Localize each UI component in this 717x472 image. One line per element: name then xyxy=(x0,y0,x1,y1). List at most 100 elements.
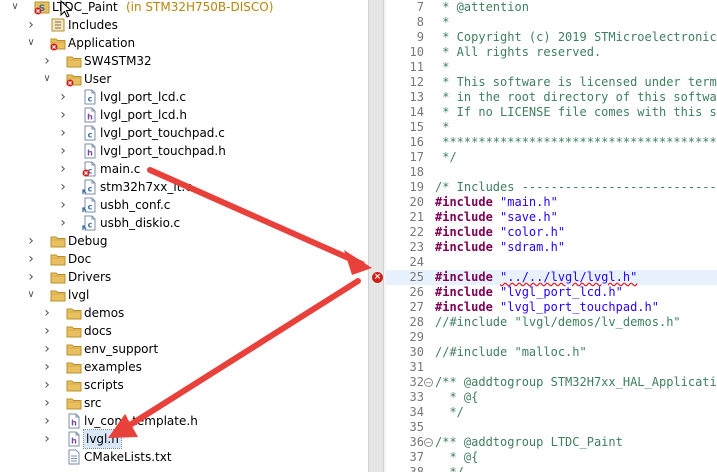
chevron-down-icon[interactable]: ∨ xyxy=(42,70,52,88)
tree-item-examples[interactable]: › examples xyxy=(0,358,368,376)
tree-item-lvgl-port-touchpad-c[interactable]: › c lvgl_port_touchpad.c xyxy=(0,124,368,142)
tree-item-usbh-diskio-c[interactable]: › c usbh_diskio.c xyxy=(0,214,368,232)
chevron-right-icon[interactable]: › xyxy=(42,322,52,340)
code-line[interactable]: 38 */ xyxy=(386,465,717,472)
code-editor[interactable]: 7 * @attention 8 * 9 * Copyright (c) 2019 … xyxy=(386,0,717,472)
code-line[interactable]: 36–/** @addtogroup LTDC_Paint xyxy=(386,435,717,450)
code-token: * @{ xyxy=(435,390,479,404)
code-line[interactable]: 17 */ xyxy=(386,150,717,165)
code-line[interactable]: 24 xyxy=(386,255,717,270)
code-line[interactable]: 15 * xyxy=(386,120,717,135)
code-line[interactable]: 32–/** @addtogroup STM32H7xx_HAL_Applica… xyxy=(386,375,717,390)
folder-icon xyxy=(66,359,82,375)
tree-item-user[interactable]: ∨ User xyxy=(0,70,368,88)
chevron-right-icon[interactable]: › xyxy=(42,52,52,70)
code-line[interactable]: 16 *************************************… xyxy=(386,135,717,150)
tree-item-cmakelists-txt[interactable]: CMakeLists.txt xyxy=(0,448,368,466)
chevron-right-icon[interactable]: › xyxy=(58,142,68,160)
code-line[interactable]: 28 //#include "lvgl/demos/lv_demos.h" xyxy=(386,315,717,330)
chevron-right-icon[interactable]: › xyxy=(58,214,68,232)
tree-item-includes[interactable]: › Includes xyxy=(0,16,368,34)
fold-toggle-icon[interactable]: – xyxy=(424,378,433,387)
tree-item-label: stm32h7xx_it.c xyxy=(100,180,192,194)
chevron-right-icon[interactable]: › xyxy=(26,250,36,268)
code-token: /** @addtogroup STM32H7xx_HAL_Applicatio… xyxy=(435,375,717,389)
code-line[interactable]: 12 * This software is licensed under ter… xyxy=(386,75,717,90)
code-line[interactable]: 20 #include "main.h" xyxy=(386,195,717,210)
tree-item-src[interactable]: › src xyxy=(0,394,368,412)
chevron-right-icon[interactable]: › xyxy=(42,394,52,412)
code-line[interactable]: 35 xyxy=(386,420,717,435)
chevron-right-icon[interactable]: › xyxy=(58,106,68,124)
fold-toggle-icon[interactable]: – xyxy=(424,438,433,447)
code-line[interactable]: 30 //#include "malloc.h" xyxy=(386,345,717,360)
tree-item-lvgl-port-touchpad-h[interactable]: › h lvgl_port_touchpad.h xyxy=(0,142,368,160)
tree-item-doc[interactable]: › Doc xyxy=(0,250,368,268)
chevron-right-icon[interactable]: › xyxy=(26,268,36,286)
chevron-right-icon[interactable]: › xyxy=(42,376,52,394)
tree-item-env-support[interactable]: › env_support xyxy=(0,340,368,358)
code-line[interactable]: 26 #include "lvgl_port_lcd.h" xyxy=(386,285,717,300)
line-number: 27 xyxy=(409,300,424,314)
tree-item-label: src xyxy=(84,396,102,410)
chevron-right-icon[interactable]: › xyxy=(42,340,52,358)
error-marker-icon[interactable]: × xyxy=(372,272,383,283)
chevron-right-icon[interactable]: › xyxy=(58,88,68,106)
tree-item-sw4stm32[interactable]: › SW4STM32 xyxy=(0,52,368,70)
chevron-right-icon[interactable]: › xyxy=(58,178,68,196)
chevron-down-icon[interactable]: ∨ xyxy=(26,286,36,304)
code-line[interactable]: 31 xyxy=(386,360,717,375)
code-line[interactable]: 11 * xyxy=(386,60,717,75)
chevron-right-icon[interactable]: › xyxy=(58,160,68,178)
code-text: ****************************************… xyxy=(435,135,717,150)
chevron-right-icon[interactable]: › xyxy=(26,232,36,250)
code-line[interactable]: 27 #include "lvgl_port_touchpad.h" xyxy=(386,300,717,315)
code-line[interactable]: 34 */ xyxy=(386,405,717,420)
chevron-down-icon[interactable]: ∨ xyxy=(26,34,36,52)
code-line[interactable]: 9 * Copyright (c) 2019 STMicroelectronic… xyxy=(386,30,717,45)
code-line[interactable]: 8 * xyxy=(386,15,717,30)
chevron-right-icon[interactable]: › xyxy=(42,304,52,322)
code-token: #include xyxy=(435,285,493,299)
code-line[interactable]: 14 * If no LICENSE file comes with this … xyxy=(386,105,717,120)
tree-item-demos[interactable]: › demos xyxy=(0,304,368,322)
chevron-right-icon[interactable]: › xyxy=(58,124,68,142)
tree-item-ltdc-paint[interactable]: ∨ S LTDC_Paint (in STM32H750B-DISCO) xyxy=(0,0,368,16)
code-text: * @{ xyxy=(435,450,478,465)
code-line[interactable]: 7 * @attention xyxy=(386,0,717,15)
tree-item-lvgl-port-lcd-h[interactable]: › h lvgl_port_lcd.h xyxy=(0,106,368,124)
code-line[interactable]: 13 * in the root directory of this softw… xyxy=(386,90,717,105)
tree-item-lv-conf-template-h[interactable]: › h lv_conf_template.h xyxy=(0,412,368,430)
chevron-right-icon[interactable]: › xyxy=(58,196,68,214)
chevron-right-icon[interactable]: › xyxy=(42,430,52,448)
code-line[interactable]: 25 #include "../../lvgl/lvgl.h" xyxy=(386,270,717,285)
code-line[interactable]: 29 xyxy=(386,330,717,345)
code-line[interactable]: 21 #include "save.h" xyxy=(386,210,717,225)
chevron-right-icon[interactable]: › xyxy=(42,358,52,376)
tree-item-docs[interactable]: › docs xyxy=(0,322,368,340)
tree-item-application[interactable]: ∨ Application xyxy=(0,34,368,52)
code-line[interactable]: 33 * @{ xyxy=(386,390,717,405)
chevron-right-icon[interactable]: › xyxy=(26,16,36,34)
line-number: 33 xyxy=(409,390,424,404)
code-token: * @{ xyxy=(435,450,479,464)
tree-item-lvgl[interactable]: ∨ lvgl xyxy=(0,286,368,304)
code-line[interactable]: 23 #include "sdram.h" xyxy=(386,240,717,255)
code-line[interactable]: 37 * @{ xyxy=(386,450,717,465)
chevron-right-icon[interactable]: › xyxy=(42,412,52,430)
code-line[interactable]: 10 * All rights reserved. xyxy=(386,45,717,60)
chevron-down-icon[interactable]: ∨ xyxy=(10,0,20,16)
tree-item-scripts[interactable]: › scripts xyxy=(0,376,368,394)
tree-item-lvgl-h[interactable]: › h lvgl.h xyxy=(0,429,368,449)
tree-item-usbh-conf-c[interactable]: › c usbh_conf.c xyxy=(0,196,368,214)
tree-item-debug[interactable]: › Debug xyxy=(0,232,368,250)
tree-item-stm32h7xx-it-c[interactable]: › c stm32h7xx_it.c xyxy=(0,178,368,196)
tree-item-lvgl-port-lcd-c[interactable]: › c lvgl_port_lcd.c xyxy=(0,88,368,106)
tree-item-label: Drivers xyxy=(68,270,112,284)
code-token: * xyxy=(435,120,450,134)
tree-item-main-c[interactable]: › c main.c xyxy=(0,160,368,178)
code-line[interactable]: 19 /* Includes --------------------------… xyxy=(386,180,717,195)
code-line[interactable]: 22 #include "color.h" xyxy=(386,225,717,240)
code-line[interactable]: 18 xyxy=(386,165,717,180)
tree-item-drivers[interactable]: › Drivers xyxy=(0,268,368,286)
